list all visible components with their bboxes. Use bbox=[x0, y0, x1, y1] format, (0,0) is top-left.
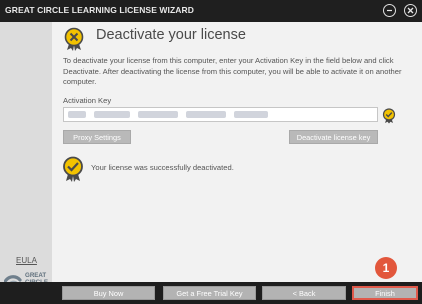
free-trial-button[interactable]: Get a Free Trial Key bbox=[163, 286, 256, 300]
title-bar: GREAT CIRCLE LEARNING LICENSE WIZARD bbox=[0, 0, 422, 22]
redacted-key-segment bbox=[68, 111, 86, 118]
eula-link[interactable]: EULA bbox=[16, 256, 37, 265]
close-button[interactable] bbox=[404, 4, 417, 17]
license-badge-icon bbox=[64, 27, 84, 51]
back-button[interactable]: < Back bbox=[262, 286, 346, 300]
redacted-key-segment bbox=[138, 111, 178, 118]
minimize-button[interactable] bbox=[383, 4, 396, 17]
redacted-key-segment bbox=[186, 111, 226, 118]
deactivate-license-key-button[interactable]: Deactivate license key bbox=[289, 130, 378, 144]
activation-key-label: Activation Key bbox=[63, 96, 112, 105]
main-panel: Deactivate your license To deactivate yo… bbox=[52, 22, 422, 282]
redacted-key-segment bbox=[234, 111, 268, 118]
instructions-text: To deactivate your license from this com… bbox=[63, 56, 402, 86]
checkmark-badge-icon bbox=[63, 156, 83, 182]
finish-button[interactable]: Finish bbox=[352, 286, 418, 300]
page-title: Deactivate your license bbox=[96, 27, 246, 43]
step-marker: 1 bbox=[375, 257, 397, 279]
proxy-settings-button[interactable]: Proxy Settings bbox=[63, 130, 131, 144]
sidebar: EULA GREAT CIRCLE LEARNING bbox=[0, 22, 52, 297]
redacted-key-segment bbox=[94, 111, 130, 118]
key-valid-check-icon bbox=[382, 108, 396, 124]
success-message: Your license was successfully deactivate… bbox=[91, 163, 234, 172]
minimize-icon bbox=[387, 9, 392, 12]
close-icon bbox=[407, 7, 414, 14]
buy-now-button[interactable]: Buy Now bbox=[62, 286, 155, 300]
window-title: GREAT CIRCLE LEARNING LICENSE WIZARD bbox=[5, 5, 195, 15]
